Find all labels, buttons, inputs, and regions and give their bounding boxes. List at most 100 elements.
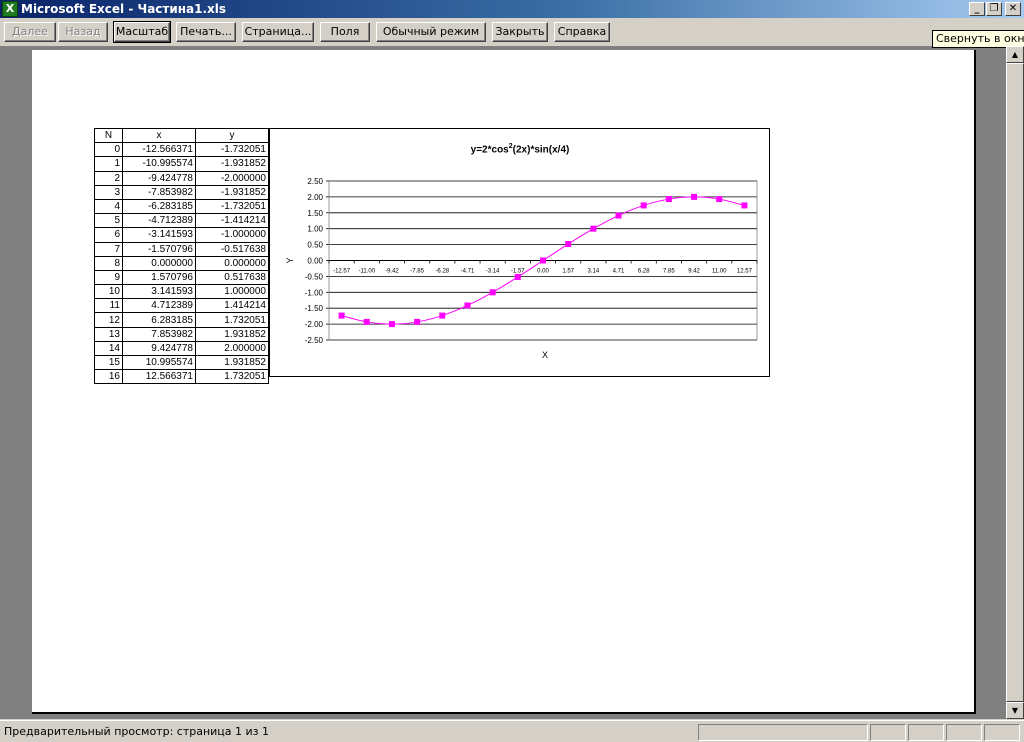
data-point xyxy=(489,289,496,296)
data-point xyxy=(514,273,521,280)
x-axis-label: X xyxy=(542,350,548,360)
data-point xyxy=(590,225,597,232)
margins-button[interactable]: Поля xyxy=(320,22,370,42)
x-tick-label: 11.00 xyxy=(712,269,727,275)
cell-y: 2.000000 xyxy=(195,340,269,357)
x-tick-label: 9.42 xyxy=(688,269,700,275)
data-table: N x y 0 -12.566371 -1.732051 1 -10.995574 -1.… xyxy=(94,127,269,385)
y-tick-label: 1.00 xyxy=(307,225,323,234)
cell-y: -1.931852 xyxy=(195,184,269,200)
x-tick-label: -4.71 xyxy=(461,269,475,275)
print-page: N x y 0 -12.566371 -1.732051 1 -10.995574 -1.… xyxy=(32,50,976,714)
preview-toolbar: Далее Назад Масштаб Печать... Страница..… xyxy=(0,18,1024,46)
cell-n: 5 xyxy=(94,213,123,229)
cell-y: -0.517638 xyxy=(195,241,269,257)
restore-button[interactable]: ❐ xyxy=(986,2,1002,16)
cell-x: 9.424778 xyxy=(122,340,196,357)
data-point xyxy=(414,318,421,325)
y-axis-label: Y xyxy=(285,257,295,263)
page-setup-button[interactable]: Страница... xyxy=(242,22,314,42)
normal-view-button[interactable]: Обычный режим xyxy=(376,22,486,42)
zoom-button[interactable]: Масштаб xyxy=(113,21,171,43)
cell-x: -7.853982 xyxy=(122,184,196,200)
scroll-down-button[interactable]: ▼ xyxy=(1006,702,1024,719)
x-tick-label: 1.57 xyxy=(562,269,574,275)
x-tick-label: 7.85 xyxy=(663,269,675,275)
scroll-up-button[interactable]: ▲ xyxy=(1006,46,1024,63)
cell-x: -3.141593 xyxy=(122,227,196,243)
y-tick-label: 0.00 xyxy=(307,257,323,266)
status-panel xyxy=(908,724,944,741)
x-tick-label: -9.42 xyxy=(385,269,399,275)
title-bar: X Microsoft Excel - Частина1.xls _ ❐ ✕ xyxy=(0,0,1024,18)
cell-x: 0.000000 xyxy=(122,255,196,271)
cell-x: 3.141593 xyxy=(122,284,196,300)
table-row: 15 10.995574 1.931852 xyxy=(94,354,269,371)
window-title: Microsoft Excel - Частина1.xls xyxy=(21,2,227,16)
cell-x: 6.283185 xyxy=(122,312,196,328)
help-button[interactable]: Справка xyxy=(554,22,610,42)
x-tick-label: 3.14 xyxy=(588,269,600,275)
cell-n: 0 xyxy=(94,142,123,158)
header-y: y xyxy=(195,127,269,144)
cell-y: 1.732051 xyxy=(195,312,269,328)
x-tick-label: -11.00 xyxy=(358,269,375,275)
cell-x: 12.566371 xyxy=(122,369,196,385)
data-point xyxy=(665,196,672,203)
y-tick-label: 2.50 xyxy=(307,177,323,186)
cell-n: 12 xyxy=(94,312,123,328)
cell-y: 1.732051 xyxy=(195,369,269,385)
table-row: 8 0.000000 0.000000 xyxy=(94,255,269,271)
chart[interactable]: y=2*cos2(2x)*sin(x/4) 2.50 2.00 1.50 1.00 0.… xyxy=(269,128,770,377)
vertical-scrollbar[interactable]: ▲ ▼ xyxy=(1006,46,1024,719)
x-tick-label: -6.28 xyxy=(435,269,449,275)
preview-area[interactable]: N x y 0 -12.566371 -1.732051 1 -10.995574 -1.… xyxy=(0,46,1006,719)
data-point xyxy=(565,241,572,248)
data-point xyxy=(640,202,647,209)
chart-plot: 2.50 2.00 1.50 1.00 0.50 0.00 -0.50 -1.00 -1.50 -… xyxy=(285,177,758,360)
cell-y: 1.931852 xyxy=(195,326,269,342)
cell-n: 4 xyxy=(94,198,123,215)
cell-n: 1 xyxy=(94,156,123,172)
data-point xyxy=(716,196,723,203)
x-tick-label: -7.85 xyxy=(410,269,424,275)
cell-y: -1.732051 xyxy=(195,198,269,215)
scroll-thumb[interactable] xyxy=(1006,63,1024,702)
cell-n: 13 xyxy=(94,326,123,342)
next-page-button[interactable]: Далее xyxy=(4,22,56,42)
cell-x: 10.995574 xyxy=(122,354,196,371)
table-row: 7 -1.570796 -0.517638 xyxy=(94,241,269,257)
x-tick-label: -3.14 xyxy=(486,269,500,275)
close-button[interactable]: ✕ xyxy=(1005,2,1021,16)
cell-x: -6.283185 xyxy=(122,198,196,215)
print-button[interactable]: Печать... xyxy=(176,22,236,42)
excel-icon: X xyxy=(2,1,18,17)
table-row: 3 -7.853982 -1.931852 xyxy=(94,184,269,200)
cell-x: -1.570796 xyxy=(122,241,196,257)
cell-y: 0.517638 xyxy=(195,269,269,286)
cell-n: 16 xyxy=(94,369,123,385)
x-tick-label: 4.71 xyxy=(613,269,625,275)
table-row: 10 3.141593 1.000000 xyxy=(94,284,269,300)
header-x: x xyxy=(122,127,196,144)
data-point xyxy=(691,193,698,200)
cell-x: -9.424778 xyxy=(122,170,196,186)
data-point xyxy=(363,318,370,325)
table-row: 16 12.566371 1.732051 xyxy=(94,369,269,385)
minimize-button[interactable]: _ xyxy=(969,2,985,16)
y-tick-label: -2.50 xyxy=(305,336,324,345)
cell-y: -1.732051 xyxy=(195,142,269,158)
x-tick-label: 12.57 xyxy=(737,269,753,275)
data-point xyxy=(741,202,748,209)
cell-x: 1.570796 xyxy=(122,269,196,286)
cell-y: 1.000000 xyxy=(195,284,269,300)
status-panel xyxy=(698,724,868,741)
table-row: 14 9.424778 2.000000 xyxy=(94,340,269,357)
status-bar: Предварительный просмотр: страница 1 из … xyxy=(0,720,1024,742)
y-tick-label: 1.50 xyxy=(307,209,323,218)
prev-page-button[interactable]: Назад xyxy=(58,22,108,42)
cell-y: 1.414214 xyxy=(195,298,269,314)
close-preview-button[interactable]: Закрыть xyxy=(492,22,548,42)
y-tick-label: -1.50 xyxy=(305,304,324,313)
status-panel xyxy=(984,724,1020,741)
